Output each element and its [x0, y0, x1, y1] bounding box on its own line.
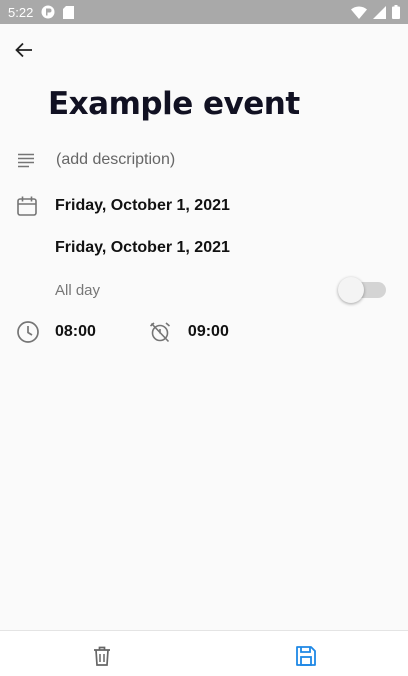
notes-icon: [16, 150, 36, 170]
end-date[interactable]: Friday, October 1, 2021: [55, 239, 230, 257]
clock-icon: [16, 320, 40, 344]
start-date-row[interactable]: Friday, October 1, 2021: [16, 195, 230, 217]
wifi-icon: [351, 5, 367, 19]
status-time: 5:22: [8, 4, 34, 20]
delete-button[interactable]: [90, 644, 114, 668]
toggle-thumb: [338, 277, 364, 303]
save-icon: [294, 644, 318, 668]
signal-icon: [373, 5, 386, 19]
status-bar: 5:22: [0, 0, 408, 24]
description-input[interactable]: (add description): [56, 151, 175, 169]
end-time[interactable]: 09:00: [188, 323, 229, 341]
all-day-toggle[interactable]: [336, 275, 388, 305]
trash-icon: [90, 644, 114, 668]
start-time[interactable]: 08:00: [55, 323, 96, 341]
bottom-bar: [0, 630, 408, 676]
calendar-icon: [16, 195, 38, 217]
save-button[interactable]: [294, 644, 318, 668]
all-day-label: All day: [55, 282, 101, 299]
arrow-left-icon: [14, 40, 34, 60]
sd-card-icon: [63, 5, 75, 19]
start-date[interactable]: Friday, October 1, 2021: [55, 197, 230, 215]
back-button[interactable]: [10, 36, 38, 64]
notification-app-icon: [41, 5, 55, 19]
description-row[interactable]: (add description): [16, 150, 175, 170]
event-title[interactable]: Example event: [48, 86, 300, 122]
alarm-off-icon: [149, 321, 171, 343]
battery-icon: [392, 5, 400, 19]
time-row: 08:00 09:00: [16, 320, 229, 344]
